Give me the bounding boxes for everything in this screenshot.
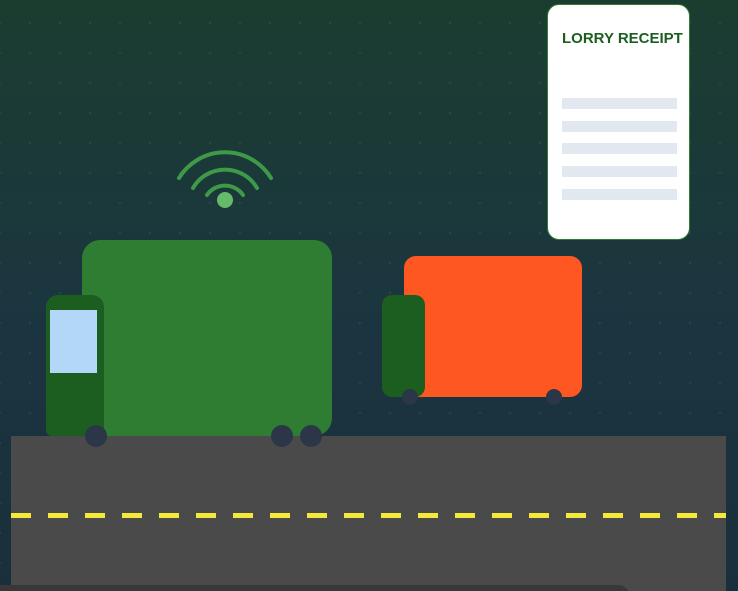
road xyxy=(11,436,726,591)
lorry-receipt-card: LORRY RECEIPT xyxy=(547,4,690,240)
orange-truck-body xyxy=(404,256,582,397)
receipt-line xyxy=(562,98,677,109)
main-truck-body xyxy=(82,240,332,436)
main-truck-wheel xyxy=(85,425,107,447)
main-truck-cab xyxy=(46,295,104,436)
lane-markings xyxy=(11,513,726,518)
main-truck-wheel xyxy=(300,425,322,447)
main-truck-window xyxy=(50,310,97,373)
receipt-line xyxy=(562,189,677,200)
bottom-panel-edge xyxy=(0,585,630,591)
logistics-illustration: LORRY RECEIPT xyxy=(0,0,738,591)
wifi-signal-icon xyxy=(177,150,273,208)
receipt-line xyxy=(562,143,677,154)
receipt-line xyxy=(562,166,677,177)
orange-truck-wheel xyxy=(402,389,418,405)
orange-truck-wheel xyxy=(546,389,562,405)
receipt-title: LORRY RECEIPT xyxy=(562,30,683,47)
orange-truck-cab xyxy=(382,295,425,397)
receipt-line xyxy=(562,121,677,132)
main-truck-wheel xyxy=(271,425,293,447)
